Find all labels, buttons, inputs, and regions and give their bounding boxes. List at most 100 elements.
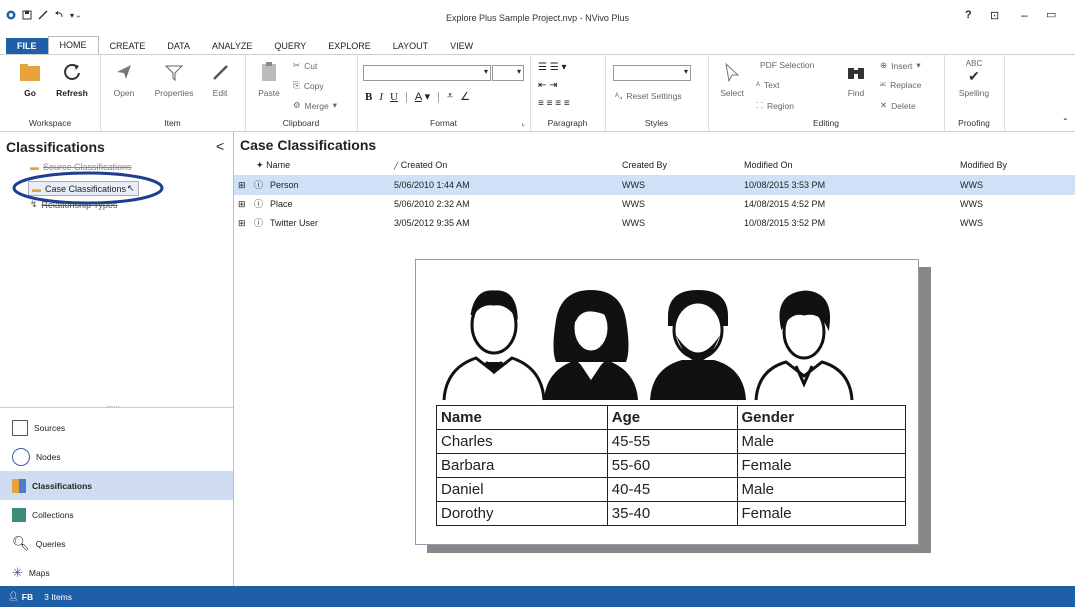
increase-indent-icon[interactable]: ⇥ <box>549 80 557 91</box>
maximize-button[interactable]: ▭ <box>1046 8 1056 21</box>
minimize-button[interactable]: – <box>1021 8 1028 22</box>
table-row[interactable]: ⊞ ⓘ Person 5/06/2010 1:44 AM WWS 10/08/2… <box>234 176 1075 195</box>
column-header-name[interactable]: ✦ Name <box>256 156 290 175</box>
bullet-list-icon[interactable]: ☰ <box>538 62 547 73</box>
open-button[interactable]: Open <box>104 59 144 98</box>
row-name: Person <box>270 180 299 190</box>
font-size-combo[interactable]: ▾ <box>492 65 524 81</box>
nav-queries[interactable]: 🔍︎ Queries <box>0 529 233 558</box>
navigation-pane: Classifications < ▬ Source Classification… <box>0 131 234 586</box>
merge-icon: ⚙ <box>293 100 301 110</box>
person-age: 40-45 <box>606 477 738 502</box>
copy-button[interactable]: ⎘ Copy <box>293 80 324 91</box>
column-header-modified-on[interactable]: Modified On <box>744 156 793 175</box>
reset-settings-button[interactable]: ᴬ₄ Reset Settings <box>615 91 682 101</box>
ribbon-display-options-icon[interactable]: ⊡ <box>990 9 999 22</box>
expand-icon[interactable]: ⊞ <box>238 176 246 195</box>
edit-button[interactable]: Edit <box>200 59 240 98</box>
paste-button[interactable]: Paste <box>249 59 289 98</box>
nav-nodes[interactable]: Nodes <box>0 442 233 471</box>
pane-title: Classifications <box>6 139 105 155</box>
clear-format-icon[interactable]: ∠ <box>460 90 470 103</box>
title-bar: ▾ ₌ Explore Plus Sample Project.nvp - NV… <box>0 0 1075 36</box>
tab-query[interactable]: QUERY <box>263 38 317 54</box>
properties-icon <box>164 65 184 82</box>
person-gender: Male <box>736 429 907 454</box>
find-button[interactable]: Find <box>836 59 876 98</box>
sources-icon <box>12 419 28 436</box>
row-created-on: 5/06/2010 1:44 AM <box>394 180 470 190</box>
properties-button[interactable]: Properties <box>148 59 200 98</box>
font-name-combo[interactable]: ▾ <box>363 65 491 81</box>
align-right-icon[interactable]: ≡ <box>555 98 561 109</box>
tab-analyze[interactable]: ANALYZE <box>201 38 263 54</box>
paragraph-group-label: Paragraph <box>547 118 588 128</box>
italic-button[interactable]: I <box>379 91 383 103</box>
tab-home[interactable]: HOME <box>47 36 99 54</box>
bearded-man-avatar <box>650 290 746 400</box>
spelling-button[interactable]: ABC ✔ Spelling <box>954 59 994 98</box>
nav-sources[interactable]: Sources <box>0 413 233 442</box>
row-created-by: WWS <box>622 199 645 209</box>
collapse-ribbon-icon[interactable]: ⌃ <box>1062 117 1069 126</box>
nav-collections[interactable]: Collections <box>0 500 233 529</box>
person-age: 55-60 <box>606 453 738 478</box>
classification-icon: ⓘ <box>254 180 264 190</box>
expand-icon[interactable]: ⊞ <box>238 195 246 214</box>
column-header-created-by[interactable]: Created By <box>622 156 667 175</box>
workspace-group-label: Workspace <box>28 118 72 128</box>
column-header-modified-by[interactable]: Modified By <box>960 156 1007 175</box>
nav-maps[interactable]: ✳ Maps <box>0 558 233 587</box>
bold-button[interactable]: B <box>365 91 372 103</box>
chevron-down-icon[interactable]: ▾ <box>562 62 567 73</box>
tab-data[interactable]: DATA <box>156 38 201 54</box>
people-table-row: Daniel 40-45 Male <box>436 477 907 502</box>
text-button[interactable]: ᴬ Text <box>756 80 779 90</box>
reset-settings-icon: ᴬ₄ <box>615 91 623 101</box>
align-center-icon[interactable]: ≡ <box>547 98 553 109</box>
cut-button[interactable]: ✂ Cut <box>293 60 317 71</box>
justify-icon[interactable]: ≡ <box>564 98 570 109</box>
format-dialog-launcher-icon[interactable]: ⌞ <box>522 119 525 127</box>
highlight-icon[interactable]: ⩡ <box>447 90 453 103</box>
search-icon: 🔍︎ <box>12 535 30 551</box>
row-modified-by: WWS <box>960 199 983 209</box>
tab-file[interactable]: FILE <box>6 38 48 54</box>
row-created-on: 5/06/2010 2:32 AM <box>394 199 470 209</box>
pdf-selection-button[interactable]: PDF Selection <box>760 60 814 70</box>
go-button[interactable]: Go <box>10 59 50 98</box>
collapse-pane-button[interactable]: < <box>216 138 224 154</box>
nav-classifications[interactable]: Classifications <box>0 471 233 500</box>
table-row[interactable]: ⊞ ⓘ Place 5/06/2010 2:32 AM WWS 14/08/20… <box>234 195 1075 214</box>
tab-explore[interactable]: EXPLORE <box>317 38 382 54</box>
insert-button[interactable]: ⊕ Insert ▾ <box>880 60 921 71</box>
table-row[interactable]: ⊞ ⓘ Twitter User 3/05/2012 9:35 AM WWS 1… <box>234 214 1075 233</box>
select-button[interactable]: Select <box>712 59 752 98</box>
splitter-grip-icon[interactable]: ⋯⋯ <box>106 403 120 411</box>
tab-create[interactable]: CREATE <box>99 38 157 54</box>
row-modified-on: 14/08/2015 4:52 PM <box>744 199 826 209</box>
refresh-button[interactable]: Refresh <box>52 59 92 98</box>
expand-icon[interactable]: ⊞ <box>238 214 246 233</box>
header-gender: Gender <box>736 405 907 430</box>
replace-button[interactable]: ᵃᶜ Replace <box>880 80 921 90</box>
column-header-created-on[interactable]: ╱ Created On <box>394 156 447 175</box>
tab-layout[interactable]: LAYOUT <box>382 38 439 54</box>
numbered-list-icon[interactable]: ☰ <box>550 62 559 73</box>
help-button[interactable]: ? <box>965 9 972 21</box>
underline-button[interactable]: U <box>390 91 398 103</box>
collections-icon <box>12 507 26 522</box>
delete-button[interactable]: ✕ Delete <box>880 100 916 111</box>
checkmark-icon: ✔ <box>968 68 980 84</box>
format-group-label: Format <box>430 118 457 128</box>
style-combo[interactable]: ▾ <box>613 65 691 81</box>
decrease-indent-icon[interactable]: ⇤ <box>538 80 546 91</box>
font-color-button[interactable]: A ▾ <box>415 90 430 103</box>
region-button[interactable]: ⸬ Region <box>756 100 794 111</box>
scissors-icon: ✂ <box>293 60 301 70</box>
merge-button[interactable]: ⚙ Merge ▾ <box>293 100 337 111</box>
row-created-by: WWS <box>622 218 645 228</box>
tab-view[interactable]: VIEW <box>439 38 484 54</box>
proofing-group-label: Proofing <box>958 118 990 128</box>
align-left-icon[interactable]: ≡ <box>538 98 544 109</box>
